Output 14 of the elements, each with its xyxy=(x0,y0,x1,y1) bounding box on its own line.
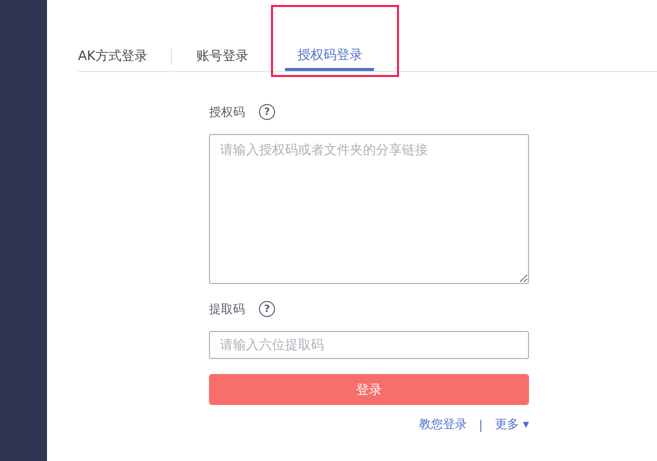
tab[interactable]: AK方式登录 xyxy=(78,43,160,71)
separator: | xyxy=(478,418,483,432)
field-label: 授权码 xyxy=(209,104,245,120)
login-button[interactable]: 登录 xyxy=(209,374,529,405)
auth-code-field[interactable]: 请输入授权码或者文件夹的分享链接 xyxy=(209,134,529,284)
help-login-link[interactable]: 教您登录 xyxy=(418,416,467,433)
tab[interactable]: 授权码登录 xyxy=(285,43,374,71)
help-icon[interactable]: ? xyxy=(259,301,275,317)
more-link[interactable]: 更多 xyxy=(494,416,519,433)
extract-code-field[interactable]: 请输入六位提取码 xyxy=(209,331,529,359)
field-label: 提取码 xyxy=(209,300,245,318)
help-icon[interactable]: ? xyxy=(259,104,275,120)
caret-icon[interactable]: ▼ xyxy=(522,420,529,429)
tab[interactable]: 账号登录 xyxy=(184,43,260,71)
